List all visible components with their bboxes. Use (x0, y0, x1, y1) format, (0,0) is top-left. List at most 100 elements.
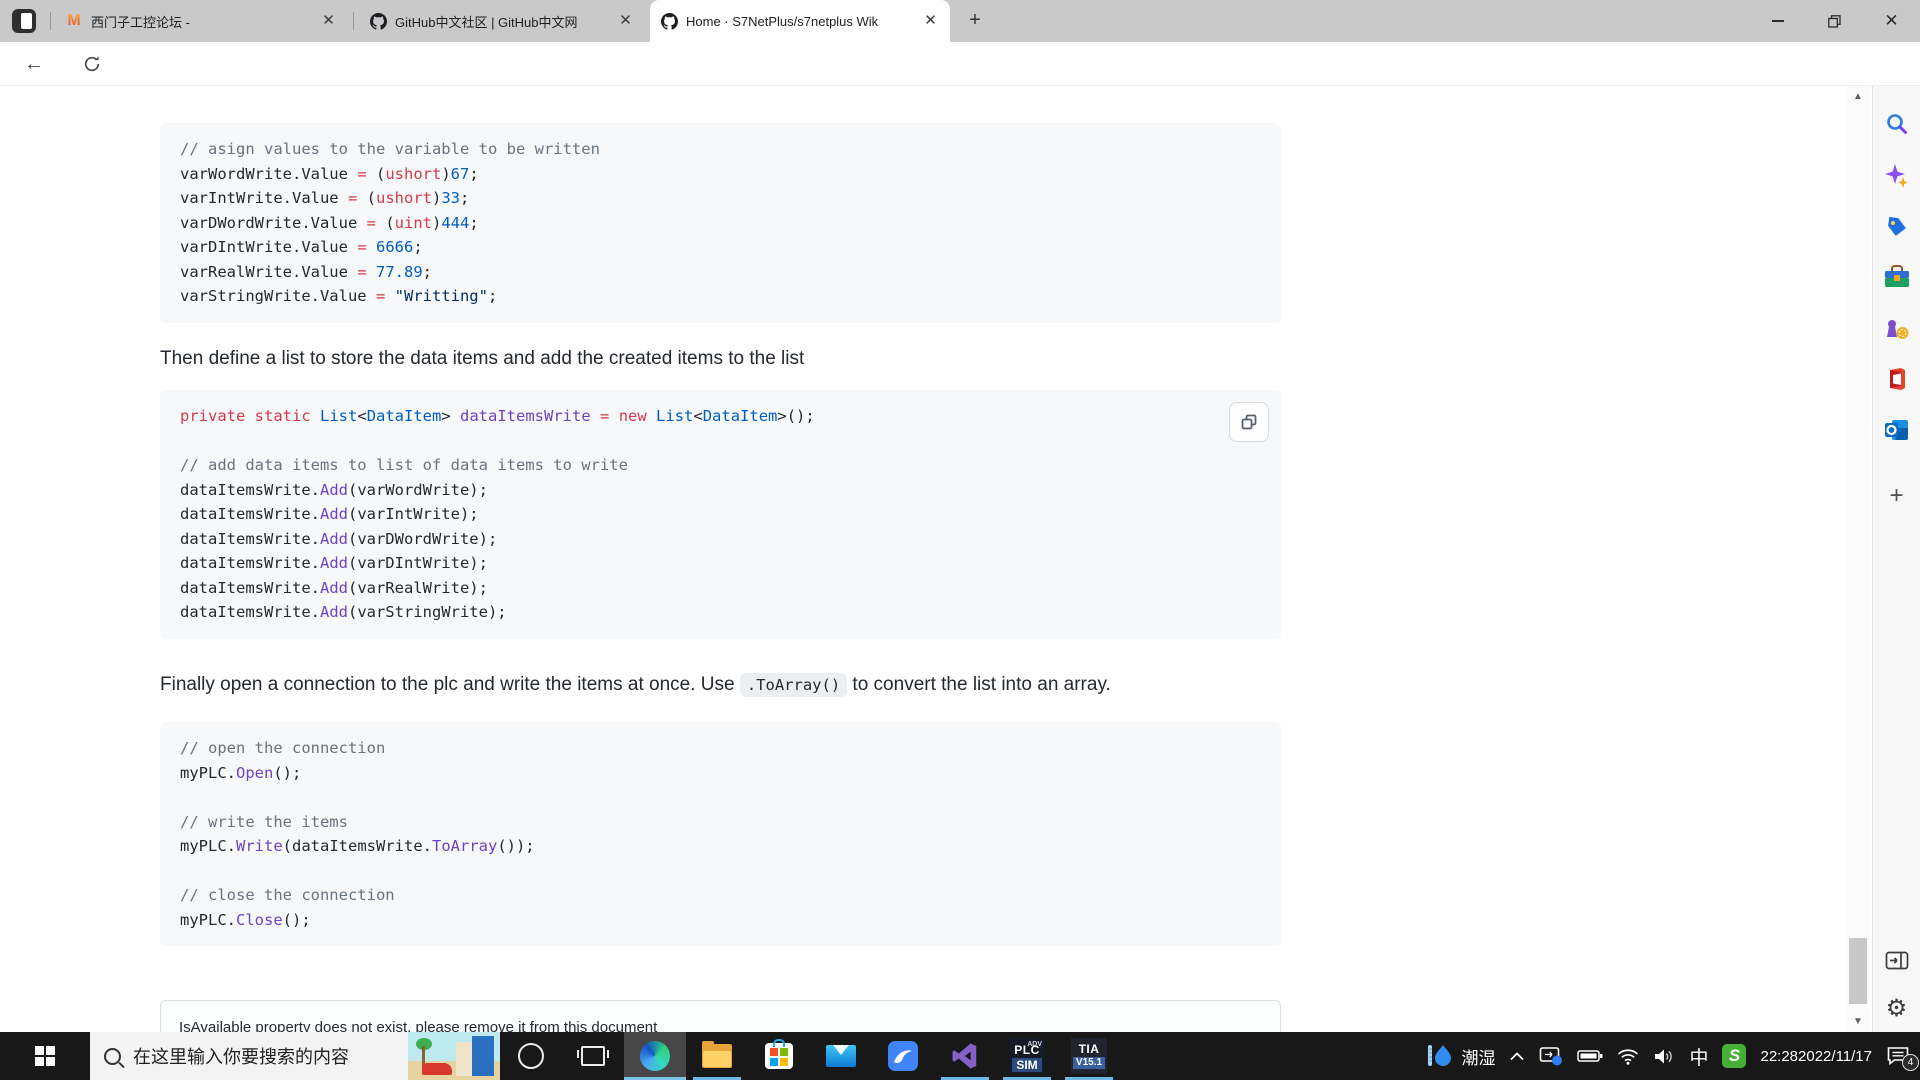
window-controls: ✕ (1749, 0, 1920, 42)
taskbar-visual-studio[interactable] (934, 1032, 996, 1080)
cortana-icon (518, 1043, 544, 1069)
taskbar-search-box[interactable]: 在这里输入你要搜索的内容 (90, 1032, 500, 1080)
tab-separator (50, 12, 51, 30)
tray-battery[interactable] (1577, 1049, 1603, 1063)
taskbar-plcsim[interactable]: ADV PLC SIM (996, 1032, 1058, 1080)
task-view-icon (581, 1046, 605, 1066)
page-content: // asign values to the variable to be wr… (0, 86, 1920, 1032)
screen: M 西门子工控论坛 - ✕ GitHub中文社区 | GitHub中文网 ✕ H… (0, 0, 1920, 1080)
tray-date: 2022/11/17 (1798, 1047, 1872, 1066)
battery-icon (1577, 1049, 1603, 1063)
search-icon (104, 1048, 121, 1065)
paragraph-text: Finally open a connection to the plc and… (160, 674, 740, 695)
taskbar-edge[interactable] (624, 1032, 686, 1080)
scrollbar-thumb[interactable] (1849, 938, 1867, 1004)
code-lines: private static List<DataItem> dataItemsW… (180, 404, 1261, 625)
restore-button[interactable] (1806, 0, 1863, 42)
paragraph-text: to convert the list into an array. (847, 674, 1111, 695)
tray-clock[interactable]: 22:28 2022/11/17 (1760, 1047, 1872, 1066)
vertical-scrollbar[interactable]: ▲ ▼ (1846, 86, 1870, 1032)
sidebar-office-icon[interactable] (1882, 364, 1912, 394)
search-highlight-image[interactable] (408, 1032, 500, 1080)
footer-note-box: IsAvailable property does not exist, ple… (160, 1000, 1281, 1032)
chevron-up-icon (1509, 1051, 1525, 1062)
windows-logo-icon (35, 1046, 55, 1066)
code-block-add-items: private static List<DataItem> dataItemsW… (160, 390, 1281, 639)
tab-actions-icon (21, 13, 32, 29)
minimize-button[interactable] (1749, 0, 1806, 42)
weather-label: 潮湿 (1461, 1044, 1495, 1069)
wiki-article: // asign values to the variable to be wr… (160, 86, 1281, 1032)
sogou-input-icon[interactable]: S (1722, 1044, 1746, 1068)
browser-toolbar: ← https://github.com/S7NetPlus/s7netplus… (0, 42, 1920, 86)
mail-icon (826, 1045, 856, 1067)
weather-widget[interactable]: 潮湿 (1426, 1043, 1495, 1069)
humidity-icon (1426, 1043, 1454, 1069)
inline-code-toarray: .ToArray() (740, 673, 847, 697)
tab-title: GitHub中文社区 | GitHub中文网 (395, 12, 608, 31)
tab-actions-button[interactable] (12, 9, 36, 33)
tray-expand-button[interactable] (1509, 1051, 1525, 1062)
paragraph-define-list: Then define a list to store the data ite… (160, 348, 1281, 370)
browser-tab-strip: M 西门子工控论坛 - ✕ GitHub中文社区 | GitHub中文网 ✕ H… (0, 0, 1920, 42)
tab-close-icon[interactable]: ✕ (319, 12, 338, 31)
search-placeholder: 在这里输入你要搜索的内容 (133, 1043, 408, 1069)
sidebar-tools-icon[interactable] (1882, 262, 1912, 292)
tab-title: Home · S7NetPlus/s7netplus Wik (686, 14, 913, 29)
ime-indicator[interactable]: 中 (1689, 1043, 1708, 1070)
sidebar-open-panel-icon[interactable] (1882, 946, 1912, 976)
tab-s7netplus-wiki-active[interactable]: Home · S7NetPlus/s7netplus Wik ✕ (650, 0, 950, 42)
tray-wifi[interactable] (1617, 1048, 1639, 1065)
file-explorer-icon (702, 1044, 732, 1068)
tab-siemens-forum[interactable]: M 西门子工控论坛 - ✕ (55, 0, 348, 42)
action-center-button[interactable]: 4 (1886, 1046, 1910, 1066)
wifi-icon (1617, 1048, 1639, 1065)
tab-title: 西门子工控论坛 - (91, 12, 311, 31)
system-tray: 潮湿 中 S 22:28 2022/11/17 (1426, 1032, 1920, 1080)
copy-code-button[interactable] (1229, 402, 1269, 442)
plcsim-icon: ADV PLC SIM (1009, 1038, 1045, 1074)
start-button[interactable] (0, 1032, 90, 1080)
m-favicon: M (65, 12, 83, 30)
tab-github-cn[interactable]: GitHub中文社区 | GitHub中文网 ✕ (359, 0, 645, 42)
taskbar-thunder[interactable] (872, 1032, 934, 1080)
close-button[interactable]: ✕ (1863, 0, 1920, 42)
footer-note-text: IsAvailable property does not exist, ple… (179, 1019, 657, 1032)
cortana-button[interactable] (500, 1032, 562, 1080)
edge-icon (640, 1041, 670, 1071)
scroll-down-icon[interactable]: ▼ (1846, 1016, 1870, 1027)
store-icon (765, 1043, 793, 1069)
taskbar-file-explorer[interactable] (686, 1032, 748, 1080)
taskbar-mail[interactable] (810, 1032, 872, 1080)
tray-volume[interactable] (1653, 1048, 1675, 1065)
sidebar-outlook-icon[interactable] (1882, 415, 1912, 445)
scroll-up-icon[interactable]: ▲ (1846, 91, 1870, 102)
sidebar-shopping-icon[interactable] (1882, 212, 1912, 242)
sidebar-games-icon[interactable] (1882, 314, 1912, 344)
sidebar-discover-icon[interactable] (1882, 161, 1912, 191)
sidebar-settings-icon[interactable]: ⚙ (1882, 994, 1912, 1024)
github-favicon (369, 12, 387, 30)
sidebar-add-icon[interactable]: + (1882, 481, 1912, 511)
tia-portal-icon: TIA V15.1 (1071, 1038, 1107, 1074)
thunder-icon (888, 1041, 918, 1071)
speaker-icon (1653, 1048, 1675, 1065)
task-view-button[interactable] (562, 1032, 624, 1080)
edge-sidebar: + ⚙ (1872, 86, 1920, 1032)
notification-badge: 4 (1902, 1054, 1919, 1071)
sidebar-search-icon[interactable] (1882, 109, 1912, 139)
new-tab-button[interactable]: + (962, 8, 988, 34)
taskbar-store[interactable] (748, 1032, 810, 1080)
display-sync-icon (1539, 1046, 1563, 1066)
github-favicon (660, 12, 678, 30)
visual-studio-icon (950, 1041, 980, 1071)
code-block-open-write-close: // open the connectionmyPLC.Open(); // w… (160, 722, 1281, 946)
tray-display-sync[interactable] (1539, 1046, 1563, 1066)
taskbar-tia-portal[interactable]: TIA V15.1 (1058, 1032, 1120, 1080)
tab-close-icon[interactable]: ✕ (616, 12, 635, 31)
windows-taskbar: 在这里输入你要搜索的内容 (0, 1032, 1920, 1080)
back-button[interactable]: ← (18, 49, 50, 79)
tab-close-icon[interactable]: ✕ (921, 12, 940, 31)
refresh-button[interactable] (76, 49, 108, 79)
tab-separator (353, 12, 354, 30)
